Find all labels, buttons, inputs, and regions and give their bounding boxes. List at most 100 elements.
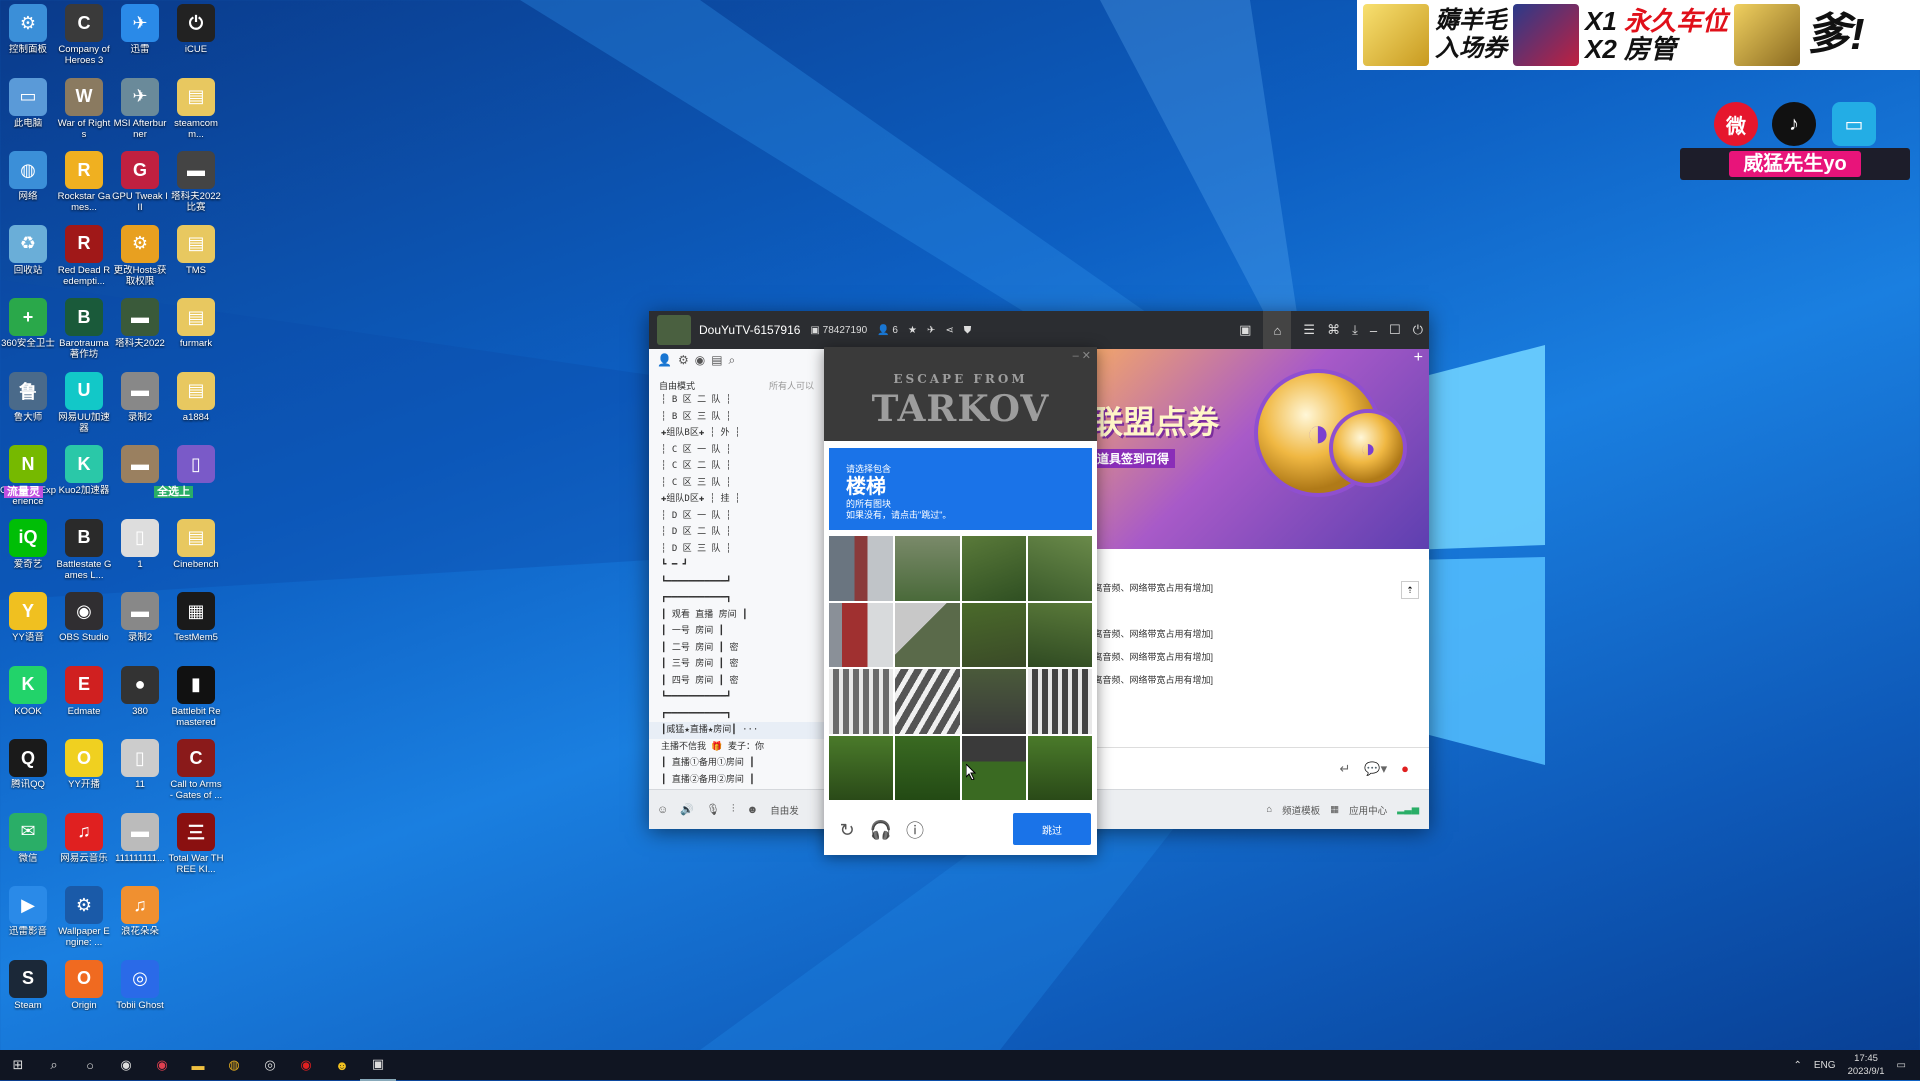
equalizer-icon[interactable]: ⫶ xyxy=(732,803,735,816)
list-icon[interactable]: ☰ xyxy=(1303,322,1315,338)
desktop-icon-total-war[interactable]: 三Total War THREE KI... xyxy=(168,809,224,881)
channel-item[interactable]: ┏━━━━━━━━━━━┓ xyxy=(649,590,824,607)
chrome-icon[interactable]: ◍ xyxy=(216,1050,252,1080)
desktop-icon-xunlei[interactable]: ✈迅雷 xyxy=(112,0,168,72)
captcha-tile[interactable] xyxy=(829,669,893,734)
netease-taskbar-icon[interactable]: ◉ xyxy=(288,1050,324,1080)
captcha-tile[interactable] xyxy=(1028,736,1092,801)
minimize-icon[interactable]: – xyxy=(1370,323,1377,338)
channel-item[interactable]: ┆ D 区 三 队 ┆ xyxy=(649,541,824,558)
desktop-icon-company-of-heroes[interactable]: CCompany of Heroes 3 xyxy=(56,0,112,72)
star-icon[interactable]: ★ xyxy=(908,325,917,336)
desktop-icon-call-to-arms[interactable]: CCall to Arms - Gates of ... xyxy=(168,735,224,807)
channel-item[interactable]: ┗━━━━━━━━━━━┛ xyxy=(649,574,824,591)
captcha-tile[interactable] xyxy=(1028,603,1092,668)
desktop-icon-control-panel[interactable]: ⚙控制面板 xyxy=(0,0,56,72)
channel-item[interactable]: ┆ D 区 二 队 ┆ xyxy=(649,524,824,541)
download-icon[interactable]: ⤓ xyxy=(1352,322,1358,338)
desktop-icon-video-file[interactable]: ▬塔科夫2022比赛 xyxy=(168,147,224,219)
desktop-icon-xunlei-player[interactable]: ▶迅雷影音 xyxy=(0,882,56,954)
captcha-tile[interactable] xyxy=(962,603,1026,668)
search-icon[interactable]: ⌕ xyxy=(36,1050,72,1080)
captcha-tile[interactable] xyxy=(829,536,893,601)
desktop-icon-image-file[interactable]: ▬111111111... xyxy=(112,809,168,881)
desktop-icon-image-file[interactable]: ▬ xyxy=(112,441,168,513)
grid-icon[interactable]: ▦ xyxy=(1330,804,1339,815)
channel-home-icon[interactable]: ⌂ xyxy=(1266,804,1272,815)
plane-icon[interactable]: ✈ xyxy=(927,325,935,336)
channel-item[interactable]: ✚组队D区✚ ┆ 挂 ┆ xyxy=(649,491,824,508)
app-center-button[interactable]: 应用中心 xyxy=(1349,803,1387,817)
skip-button[interactable]: 跳过 xyxy=(1013,813,1091,845)
close-icon[interactable]: – ✕ xyxy=(1073,349,1091,362)
captcha-tile[interactable] xyxy=(895,603,959,668)
desktop-icon-wechat[interactable]: ✉微信 xyxy=(0,809,56,881)
desktop-icon-red-dead[interactable]: RRed Dead Redempti... xyxy=(56,221,112,293)
desktop-icon-msi-afterburner[interactable]: ✈MSI Afterburner xyxy=(112,74,168,146)
share-icon[interactable]: ⋖ xyxy=(945,325,953,336)
yy-taskbar-icon[interactable]: ☻ xyxy=(324,1050,360,1080)
desktop-icon-battlebit[interactable]: ▮Battlebit Remastered xyxy=(168,662,224,734)
headphones-icon[interactable]: 🎧 xyxy=(870,819,892,841)
channel-item[interactable]: ┆ C 区 二 队 ┆ xyxy=(649,458,824,475)
desktop-icon-geforce[interactable]: NGeForce Experience xyxy=(0,441,56,513)
desktop-icon-document[interactable]: ▯ xyxy=(168,441,224,513)
note-icon[interactable]: ▤ xyxy=(711,353,722,375)
channel-item[interactable]: ┆ C 区 三 队 ┆ xyxy=(649,475,824,492)
desktop-icon-file[interactable]: ●380 xyxy=(112,662,168,734)
desktop-icon-rockstar[interactable]: RRockstar Games... xyxy=(56,147,112,219)
channel-item[interactable]: ✚组队B区✚ ┆ 外 ┆ xyxy=(649,425,824,442)
gamepad-icon[interactable]: ⌘ xyxy=(1327,322,1340,338)
desktop-icon-folder[interactable]: ▤Cinebench xyxy=(168,515,224,587)
desktop-icon-mov-file[interactable]: ▯1 xyxy=(112,515,168,587)
desktop-icon-barotrauma[interactable]: BBarotrauma 著作坊 xyxy=(56,294,112,366)
channel-item[interactable]: ┆ B 区 二 队 ┆ xyxy=(649,392,824,409)
desktop-icon-tobii-ghost[interactable]: ◎Tobii Ghost xyxy=(112,956,168,1028)
desktop-icon-ludashi[interactable]: 鲁鲁大师 xyxy=(0,368,56,440)
channel-item[interactable]: ┃ 三号 房间 ┃ 密 xyxy=(649,656,824,673)
file-explorer-icon[interactable]: ▬ xyxy=(180,1050,216,1080)
desktop-icon-war-of-rights[interactable]: WWar of Rights xyxy=(56,74,112,146)
info-icon[interactable]: ⓘ xyxy=(904,819,926,841)
desktop-icon-gpu-tweak[interactable]: GGPU Tweak III xyxy=(112,147,168,219)
maximize-icon[interactable]: ☐ xyxy=(1389,322,1401,338)
emoji-icon[interactable]: ☻ xyxy=(747,804,759,816)
refresh-icon[interactable]: ↻ xyxy=(836,819,858,841)
desktop-icon-folder[interactable]: ▤a1884 xyxy=(168,368,224,440)
desktop-icon-qq[interactable]: Q腾讯QQ xyxy=(0,735,56,807)
channel-item[interactable]: ┃ 一号 房间 ┃ xyxy=(649,623,824,640)
location-icon[interactable]: ◉ xyxy=(695,353,705,375)
channel-item[interactable]: ┃威猛★直播★房间┃ ··· xyxy=(649,722,824,739)
desktop-icon-hosts-tool[interactable]: ⚙更改Hosts获取权限 xyxy=(112,221,168,293)
channel-item[interactable]: 主播不信我 🎁 麦子：你 xyxy=(649,739,824,756)
enter-icon[interactable]: ↵ xyxy=(1340,761,1351,777)
desktop-icon-testmem[interactable]: ▦TestMem5 xyxy=(168,588,224,660)
desktop-icon-kook[interactable]: KKOOK xyxy=(0,662,56,734)
home-icon[interactable]: ⌂ xyxy=(1263,311,1291,349)
captcha-tile[interactable] xyxy=(1028,669,1092,734)
desktop-icon-video-file[interactable]: ▬录制2 xyxy=(112,368,168,440)
scroll-top-icon[interactable]: ⇡ xyxy=(1401,581,1419,599)
captcha-tile[interactable] xyxy=(895,669,959,734)
channel-template-button[interactable]: 频道模板 xyxy=(1282,803,1320,817)
yy-face-icon[interactable]: ☺ xyxy=(657,804,668,816)
captcha-tile[interactable] xyxy=(895,536,959,601)
desktop-icon-kuo-accelerator[interactable]: KKuo2加速器 xyxy=(56,441,112,513)
desktop-icon-yy-live[interactable]: OYY开播 xyxy=(56,735,112,807)
desktop-icon-steam[interactable]: SSteam xyxy=(0,956,56,1028)
obs-taskbar-icon[interactable]: ◉ xyxy=(108,1050,144,1080)
language-indicator[interactable]: ENG xyxy=(1814,1060,1836,1071)
desktop-icon-wallpaper-engine[interactable]: ⚙Wallpaper Engine: ... xyxy=(56,882,112,954)
channel-item[interactable]: ┃ 四号 房间 ┃ 密 xyxy=(649,673,824,690)
desktop-icon-360-security[interactable]: +360安全卫士 xyxy=(0,294,56,366)
clock[interactable]: 17:45 2023/9/1 xyxy=(1848,1052,1885,1078)
desktop-icon-folder[interactable]: ▤TMS xyxy=(168,221,224,293)
desktop-icon-folder[interactable]: ▤steamcomm... xyxy=(168,74,224,146)
user-icon[interactable]: 👤 xyxy=(657,353,672,375)
captcha-tile[interactable] xyxy=(829,736,893,801)
plus-icon[interactable]: + xyxy=(1414,349,1423,367)
captcha-tile[interactable] xyxy=(895,736,959,801)
desktop-icon-video-file[interactable]: ▬塔科夫2022 xyxy=(112,294,168,366)
desktop-icon-this-pc[interactable]: ▭此电脑 xyxy=(0,74,56,146)
tarkov-taskbar-icon[interactable]: ◎ xyxy=(252,1050,288,1080)
